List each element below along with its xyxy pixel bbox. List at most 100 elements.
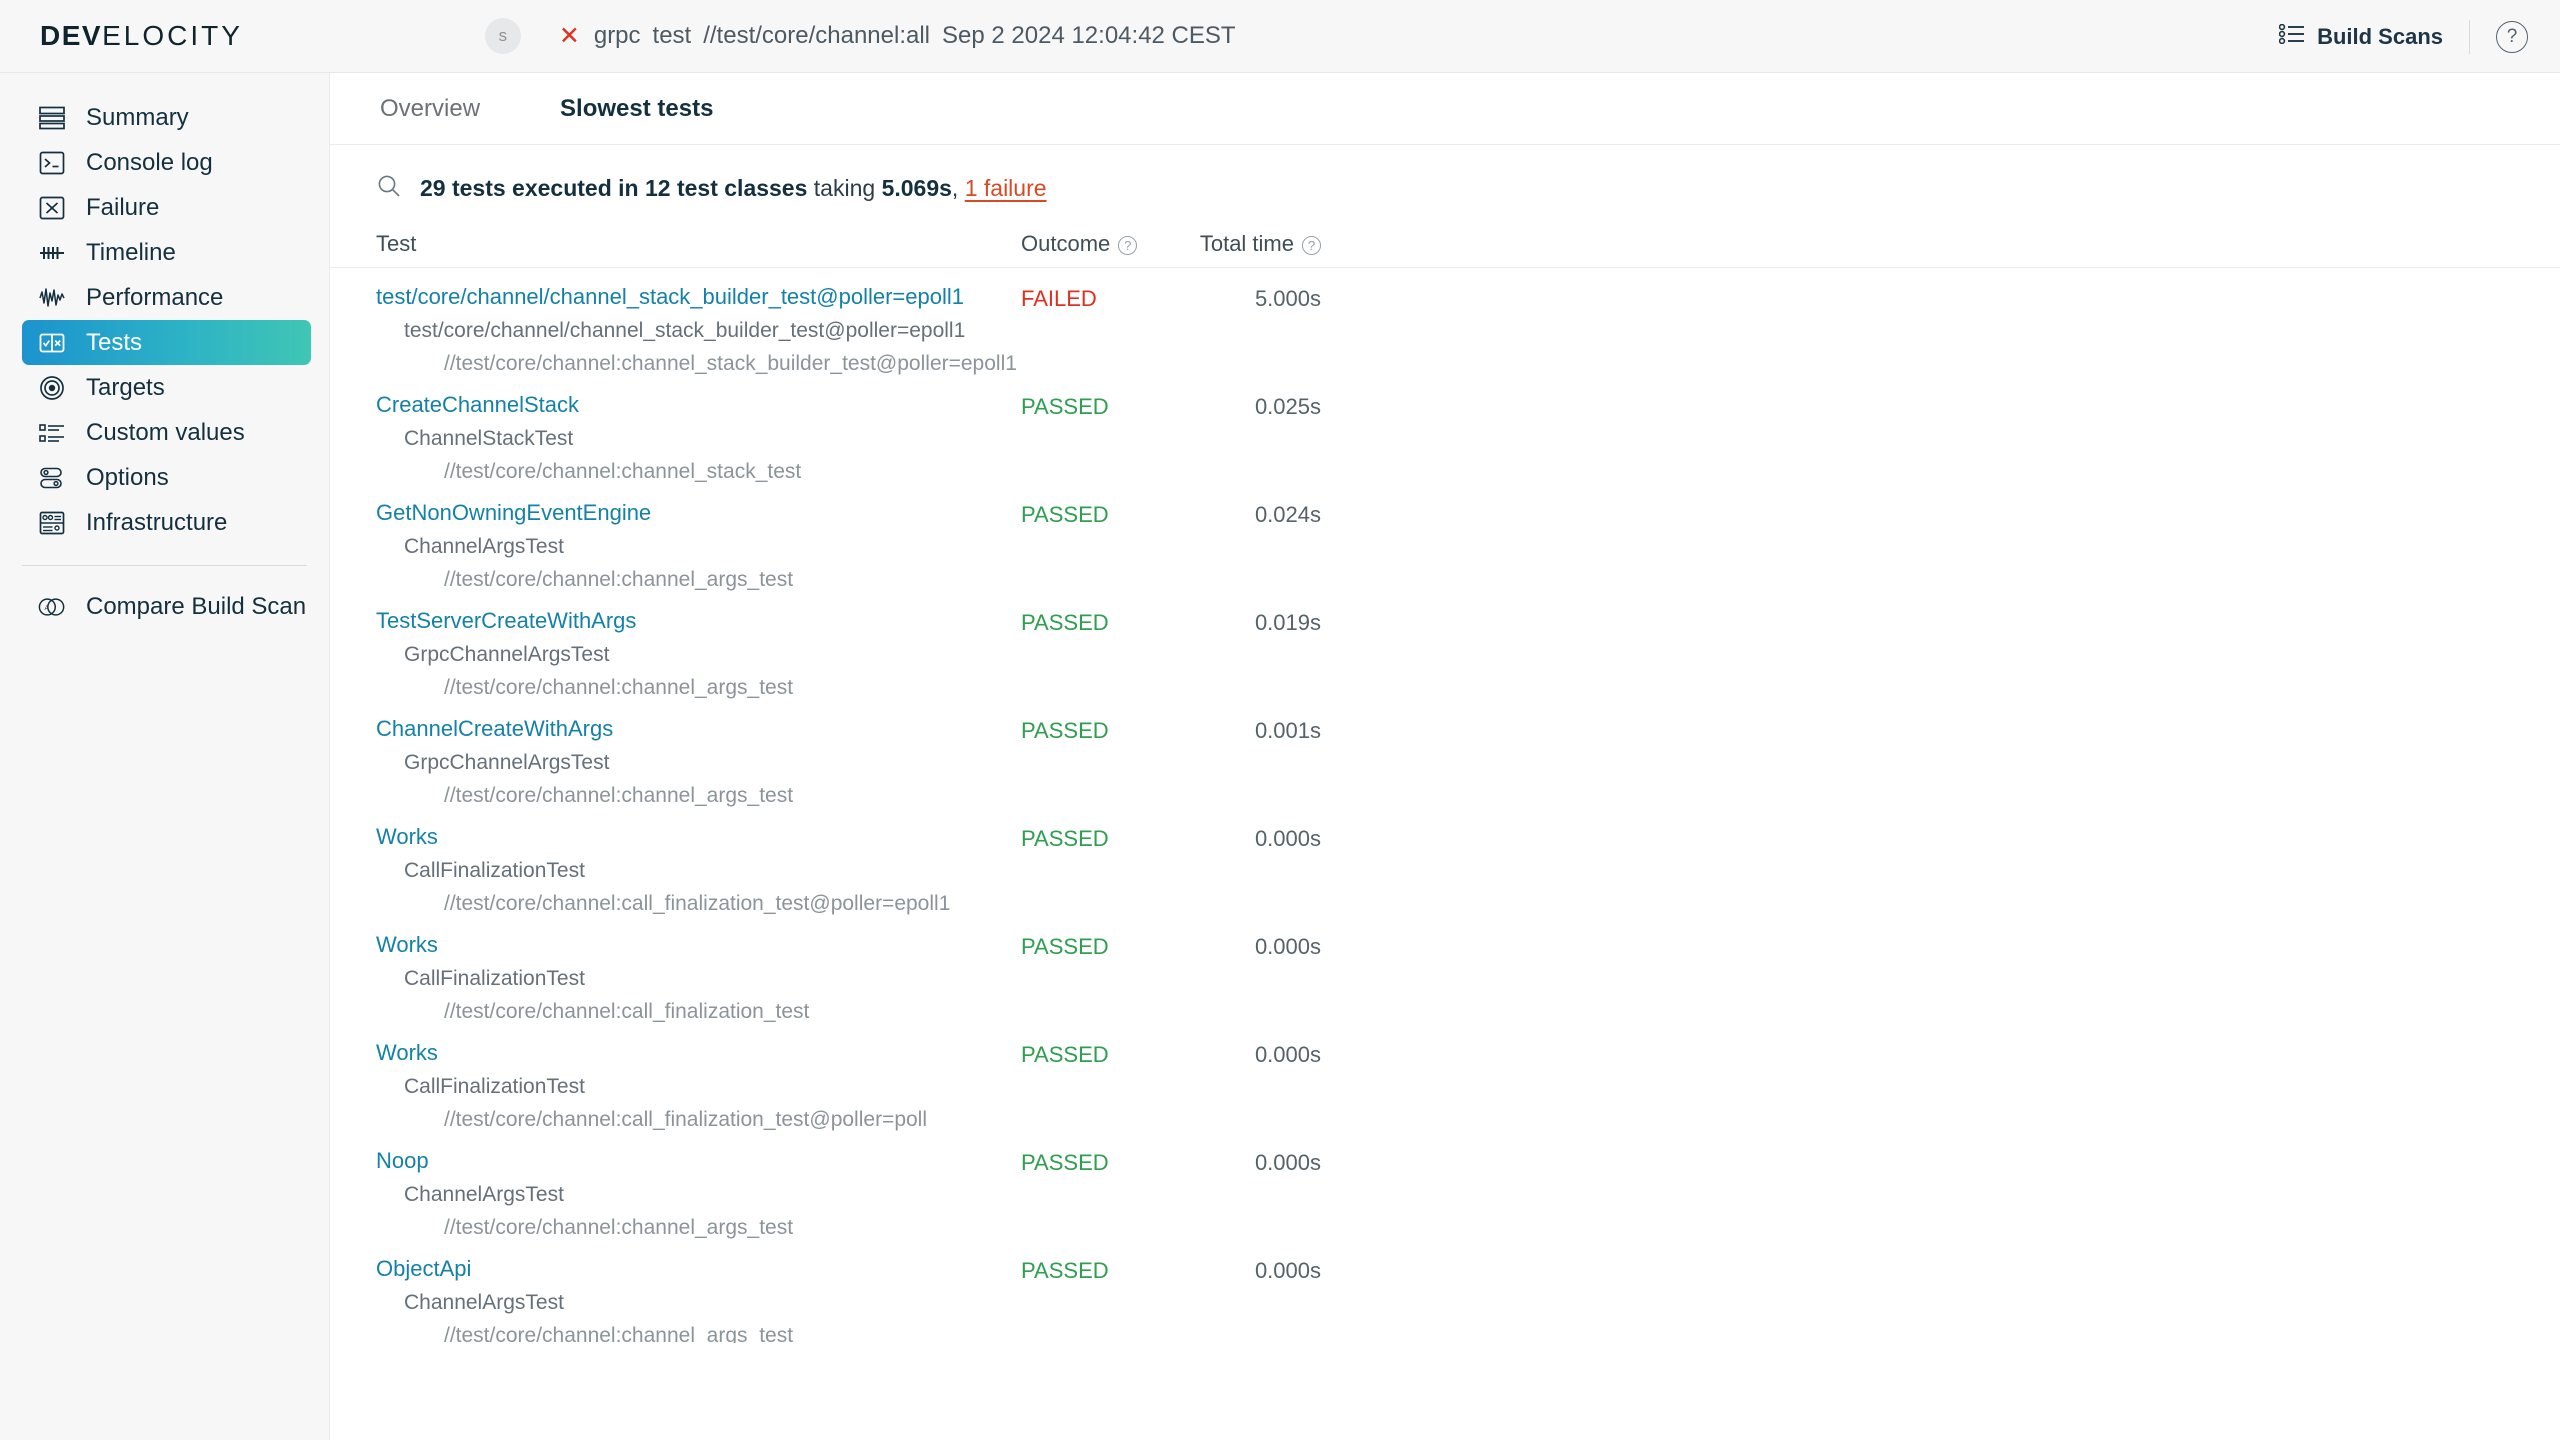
- sidebar-item-label: Custom values: [86, 419, 245, 447]
- summary-duration: 5.069s: [882, 175, 952, 201]
- scan-title: grpctest//test/core/channel:allSep 2 202…: [594, 22, 1236, 50]
- top-bar-right: Build Scans ?: [2279, 0, 2528, 73]
- test-name-link[interactable]: Noop: [376, 1148, 429, 1174]
- test-target: //test/core/channel:channel_args_test: [376, 1324, 1021, 1343]
- table-row[interactable]: Noop ChannelArgsTest //test/core/channel…: [330, 1132, 2560, 1240]
- column-header-outcome-label: Outcome: [1021, 231, 1110, 257]
- sidebar-item-custom-values[interactable]: Custom values: [22, 410, 311, 455]
- timeline-ticks-icon: [38, 239, 66, 267]
- test-cell: test/core/channel/channel_stack_builder_…: [376, 284, 1021, 376]
- table-row[interactable]: Works CallFinalizationTest //test/core/c…: [330, 1024, 2560, 1132]
- table-row[interactable]: TestServerCreateWithArgs GrpcChannelArgs…: [330, 592, 2560, 700]
- test-name-link[interactable]: CreateChannelStack: [376, 392, 579, 418]
- toolbar-divider: [2469, 20, 2470, 54]
- test-cell: Works CallFinalizationTest //test/core/c…: [376, 824, 1021, 916]
- table-row[interactable]: CreateChannelStack ChannelStackTest //te…: [330, 376, 2560, 484]
- tab-bar: Overview Slowest tests: [330, 73, 2560, 145]
- table-row[interactable]: Works CallFinalizationTest //test/core/c…: [330, 916, 2560, 1024]
- outcome-badge: PASSED: [1021, 500, 1161, 592]
- test-name-link[interactable]: test/core/channel/channel_stack_builder_…: [376, 284, 964, 310]
- test-class: GrpcChannelArgsTest: [376, 643, 1021, 667]
- table-header-row: Test Outcome ? Total time ?: [330, 231, 2560, 268]
- table-row[interactable]: GetNonOwningEventEngine ChannelArgsTest …: [330, 484, 2560, 592]
- sidebar-item-timeline[interactable]: Timeline: [22, 230, 311, 275]
- sidebar-item-options[interactable]: Options: [22, 455, 311, 500]
- test-name-link[interactable]: Works: [376, 932, 438, 958]
- sidebar-item-failure[interactable]: Failure: [22, 185, 311, 230]
- outcome-badge: PASSED: [1021, 1148, 1161, 1240]
- sidebar-item-label: Timeline: [86, 239, 176, 267]
- test-target: //test/core/channel:channel_stack_builde…: [376, 352, 1021, 376]
- sidebar-item-label: Options: [86, 464, 169, 492]
- outcome-badge: PASSED: [1021, 1040, 1161, 1132]
- test-target: //test/core/channel:channel_args_test: [376, 676, 1021, 700]
- build-scans-button[interactable]: Build Scans: [2279, 24, 2443, 50]
- sidebar-item-performance[interactable]: Performance: [22, 275, 311, 320]
- test-target: //test/core/channel:call_finalization_te…: [376, 1000, 1021, 1024]
- sidebar-item-label: Performance: [86, 284, 223, 312]
- outcome-badge: PASSED: [1021, 1256, 1161, 1343]
- test-target: //test/core/channel:call_finalization_te…: [376, 1108, 1021, 1132]
- list-icon: [2279, 24, 2305, 50]
- total-time-value: 0.025s: [1161, 392, 1321, 484]
- sidebar-item-targets[interactable]: Targets: [22, 365, 311, 410]
- test-name-link[interactable]: GetNonOwningEventEngine: [376, 500, 651, 526]
- server-grid-icon: [38, 509, 66, 537]
- waveform-icon: [38, 284, 66, 312]
- test-class: CallFinalizationTest: [376, 1075, 1021, 1099]
- test-class: ChannelArgsTest: [376, 1291, 1021, 1315]
- tab-slowest-tests[interactable]: Slowest tests: [556, 95, 717, 123]
- test-cell: Noop ChannelArgsTest //test/core/channel…: [376, 1148, 1021, 1240]
- sidebar-item-console-log[interactable]: Console log: [22, 140, 311, 185]
- outcome-badge: PASSED: [1021, 608, 1161, 700]
- summary-lines-icon: [38, 104, 66, 132]
- test-name-link[interactable]: ChannelCreateWithArgs: [376, 716, 613, 742]
- summary-row: 29 tests executed in 12 test classes tak…: [330, 145, 2560, 231]
- build-scans-label: Build Scans: [2317, 24, 2443, 50]
- svg-text:A: A: [45, 604, 50, 611]
- sidebar: Summary Console log Failure: [0, 73, 330, 1440]
- test-cell: ChannelCreateWithArgs GrpcChannelArgsTes…: [376, 716, 1021, 808]
- sidebar-item-summary[interactable]: Summary: [22, 95, 311, 140]
- table-row[interactable]: test/core/channel/channel_stack_builder_…: [330, 268, 2560, 376]
- avatar[interactable]: s: [485, 18, 521, 54]
- help-circle-icon[interactable]: ?: [1302, 236, 1321, 255]
- test-cell: Works CallFinalizationTest //test/core/c…: [376, 1040, 1021, 1132]
- magnifier-icon: [376, 173, 402, 204]
- sidebar-item-tests[interactable]: Tests: [22, 320, 311, 365]
- table-body: test/core/channel/channel_stack_builder_…: [330, 268, 2560, 1343]
- test-name-link[interactable]: TestServerCreateWithArgs: [376, 608, 636, 634]
- table-row[interactable]: ObjectApi ChannelArgsTest //test/core/ch…: [330, 1240, 2560, 1343]
- sidebar-item-label: Infrastructure: [86, 509, 227, 537]
- column-header-total-time[interactable]: Total time ?: [1161, 231, 1321, 257]
- test-name-link[interactable]: ObjectApi: [376, 1256, 471, 1282]
- test-class: ChannelArgsTest: [376, 535, 1021, 559]
- test-target: //test/core/channel:channel_args_test: [376, 784, 1021, 808]
- outcome-badge: PASSED: [1021, 932, 1161, 1024]
- tab-overview[interactable]: Overview: [376, 95, 484, 123]
- table-row[interactable]: Works CallFinalizationTest //test/core/c…: [330, 808, 2560, 916]
- test-name-link[interactable]: Works: [376, 824, 438, 850]
- logo-text: DEVELOCITY: [40, 20, 243, 52]
- sidebar-item-infrastructure[interactable]: Infrastructure: [22, 500, 311, 545]
- table-row[interactable]: ChannelCreateWithArgs GrpcChannelArgsTes…: [330, 700, 2560, 808]
- total-time-value: 0.000s: [1161, 824, 1321, 916]
- summary-comma: ,: [952, 175, 965, 201]
- column-header-outcome[interactable]: Outcome ?: [1021, 231, 1161, 257]
- test-class: CallFinalizationTest: [376, 859, 1021, 883]
- tests-table: Test Outcome ? Total time ? test/core/ch…: [330, 231, 2560, 1343]
- sidebar-item-compare-build-scan[interactable]: A Compare Build Scan: [22, 584, 311, 629]
- tests-checkbox-icon: [38, 329, 66, 357]
- summary-text: 29 tests executed in 12 test classes tak…: [420, 175, 1047, 202]
- sidebar-item-label: Tests: [86, 329, 142, 357]
- help-circle-icon[interactable]: ?: [2496, 21, 2528, 53]
- help-circle-icon[interactable]: ?: [1118, 236, 1137, 255]
- summary-taking: taking: [807, 175, 881, 201]
- logo-bold-part: DEV: [40, 20, 102, 51]
- develocity-logo[interactable]: DEVELOCITY: [40, 21, 243, 51]
- test-target: //test/core/channel:channel_stack_test: [376, 460, 1021, 484]
- test-name-link[interactable]: Works: [376, 1040, 438, 1066]
- scan-timestamp: Sep 2 2024 12:04:42 CEST: [942, 22, 1236, 49]
- failures-link[interactable]: 1 failure: [965, 175, 1047, 201]
- column-header-test[interactable]: Test: [376, 231, 1021, 257]
